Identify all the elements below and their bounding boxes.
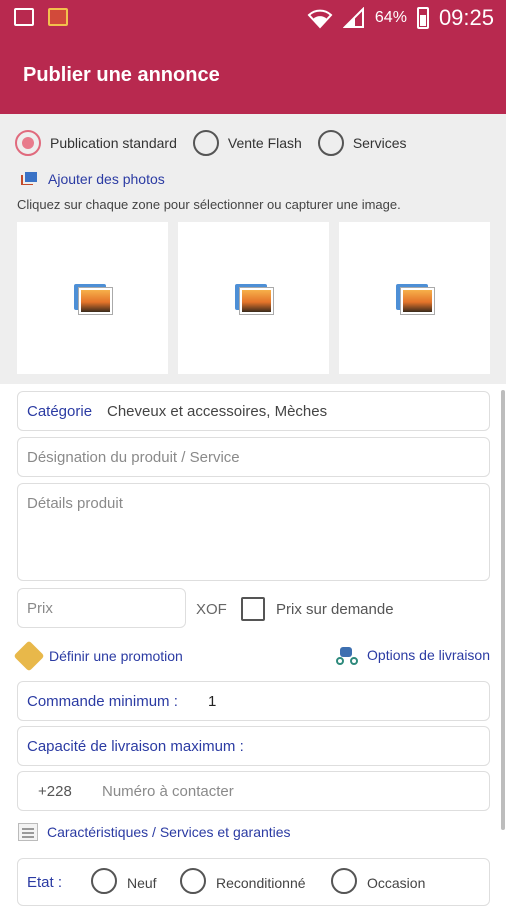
image-slot-3[interactable]: [339, 222, 490, 374]
radio-services[interactable]: [317, 130, 344, 156]
define-promotion-link[interactable]: Définir une promotion: [13, 640, 183, 672]
details-placeholder: Détails produit: [27, 495, 123, 512]
image-slot-1[interactable]: [17, 222, 168, 374]
features-label: Caractéristiques / Services et garanties: [47, 824, 291, 840]
designation-placeholder: Désignation du produit / Service: [27, 449, 240, 466]
category-value: Cheveux et accessoires, Mèches: [107, 403, 328, 420]
radio-label-occasion: Occasion: [367, 875, 426, 891]
image-slot-2[interactable]: [178, 222, 329, 374]
min-order-field[interactable]: Commande minimum : 1: [17, 681, 490, 721]
checklist-icon: [18, 823, 38, 841]
condition-label: Etat :: [27, 874, 63, 891]
app-notification-icon: [48, 8, 68, 26]
price-placeholder: Prix: [27, 600, 53, 617]
battery-percent: 64%: [374, 9, 407, 26]
price-input[interactable]: Prix: [17, 588, 186, 628]
designation-input[interactable]: Désignation du produit / Service: [17, 437, 490, 477]
signal-icon: [342, 7, 364, 28]
radio-occasion[interactable]: [331, 868, 357, 894]
currency-label: XOF: [196, 601, 227, 618]
radio-label-vente-flash: Vente Flash: [227, 135, 302, 151]
min-order-label: Commande minimum :: [27, 693, 178, 710]
radio-publication-standard[interactable]: [15, 130, 41, 156]
radio-reconditionne[interactable]: [180, 868, 206, 894]
gallery-notification-icon: [14, 8, 34, 26]
price-on-request-label: Prix sur demande: [276, 601, 394, 618]
max-delivery-label: Capacité de livraison maximum :: [27, 738, 244, 755]
photos-icon: [19, 170, 39, 188]
features-link[interactable]: Caractéristiques / Services et garanties: [18, 823, 291, 841]
radio-label-neuf: Neuf: [127, 875, 157, 891]
phone-field[interactable]: +228 Numéro à contacter: [17, 771, 490, 811]
condition-field: Etat : Neuf Reconditionné Occasion: [17, 858, 490, 906]
photos-hint: Cliquez sur chaque zone pour sélectionne…: [17, 197, 401, 212]
radio-label-reconditionne: Reconditionné: [216, 875, 306, 891]
category-label: Catégorie: [27, 403, 93, 420]
page-title: Publier une annonce: [23, 64, 220, 86]
phone-prefix: +228: [38, 783, 72, 800]
image-placeholder-icon: [74, 284, 112, 314]
delivery-options-link[interactable]: Options de livraison: [336, 645, 490, 665]
tag-icon: [13, 640, 45, 672]
status-bar: 64% 09:25: [0, 0, 506, 36]
wifi-icon: [307, 9, 333, 29]
add-photos-link[interactable]: Ajouter des photos: [19, 170, 165, 188]
phone-placeholder: Numéro à contacter: [102, 783, 234, 800]
scrollbar[interactable]: [501, 390, 505, 830]
scooter-icon: [336, 645, 359, 665]
radio-label-services: Services: [352, 135, 407, 151]
app-bar: Publier une annonce: [0, 36, 506, 114]
radio-vente-flash[interactable]: [192, 130, 219, 156]
clock: 09:25: [438, 5, 494, 30]
max-delivery-field[interactable]: Capacité de livraison maximum :: [17, 726, 490, 766]
min-order-value: 1: [208, 693, 217, 710]
promotion-label: Définir une promotion: [49, 648, 183, 664]
details-textarea[interactable]: Détails produit: [17, 483, 490, 581]
delivery-options-label: Options de livraison: [367, 647, 490, 663]
add-photos-label: Ajouter des photos: [48, 171, 165, 187]
image-placeholder-icon: [235, 284, 273, 314]
radio-label-publication-standard: Publication standard: [50, 135, 177, 151]
publication-type-group: Publication standard Vente Flash Service…: [15, 130, 423, 156]
radio-neuf[interactable]: [91, 868, 117, 894]
battery-icon: [416, 7, 429, 29]
category-field[interactable]: Catégorie Cheveux et accessoires, Mèches: [17, 391, 490, 431]
price-on-request-checkbox[interactable]: [241, 597, 265, 621]
image-placeholder-icon: [396, 284, 434, 314]
